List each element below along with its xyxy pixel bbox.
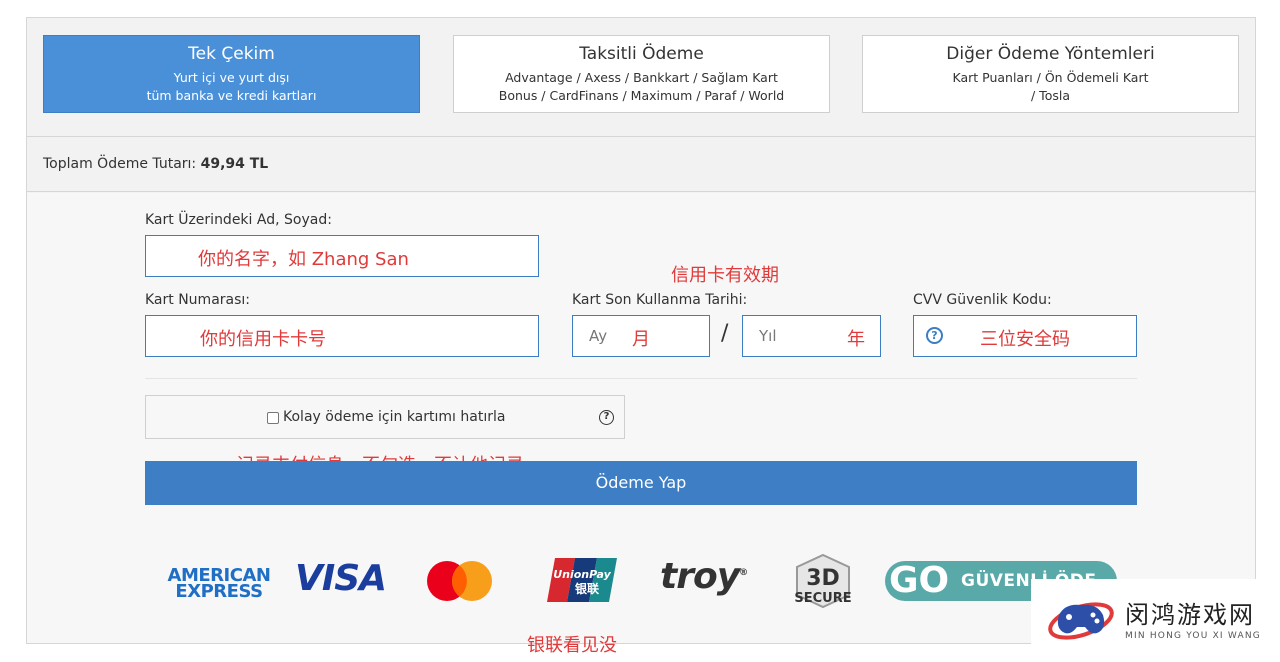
- secure-text: SECURE: [794, 591, 851, 606]
- tab-subtitle: Yurt içi ve yurt dışı tüm banka ve kredi…: [44, 69, 419, 105]
- cvv-input[interactable]: ? 三位安全码: [913, 315, 1137, 357]
- tab-single-payment[interactable]: Tek Çekim Yurt içi ve yurt dışı tüm bank…: [43, 35, 420, 113]
- unionpay-text: UnionPay: [553, 568, 611, 581]
- cvv-annotation: 三位安全码: [980, 329, 1070, 350]
- remember-card-box: Kolay ödeme için kartımı hatırla ?: [145, 395, 625, 439]
- cardholder-name-input[interactable]: 你的名字，如 Zhang San: [145, 235, 539, 277]
- form-divider: [145, 378, 1137, 379]
- site-watermark: 闵鸿游戏网 MIN HONG YOU XI WANG: [1031, 579, 1280, 662]
- total-amount: Toplam Ödeme Tutarı: 49,94 TL: [43, 156, 268, 172]
- tab-sub-line: tüm banka ve kredi kartları: [146, 88, 317, 103]
- cvv-help-icon[interactable]: ?: [926, 327, 943, 344]
- month-placeholder: Ay: [589, 327, 608, 345]
- visa-logo: VISA: [295, 558, 387, 599]
- unionpay-cn-text: 银联: [575, 581, 599, 596]
- tab-subtitle: Advantage / Axess / Bankkart / Sağlam Ka…: [454, 69, 829, 105]
- expiry-year-select[interactable]: Yıl 年: [742, 315, 881, 357]
- tab-installment-payment[interactable]: Taksitli Ödeme Advantage / Axess / Bankk…: [453, 35, 830, 113]
- tab-sub-line: / Tosla: [1031, 88, 1070, 103]
- unionpay-annotation: 银联看见没: [527, 635, 617, 656]
- go-text: GO: [889, 561, 950, 601]
- expiry-month-select[interactable]: Ay 月: [572, 315, 710, 357]
- cvv-label: CVV Güvenlik Kodu:: [913, 292, 1052, 308]
- card-number-annotation: 你的信用卡卡号: [200, 329, 326, 350]
- remember-card-checkbox[interactable]: [267, 412, 279, 424]
- total-amount-row: Toplam Ödeme Tutarı: 49,94 TL: [27, 137, 1255, 192]
- card-number-label: Kart Numarası:: [145, 292, 251, 308]
- name-annotation: 你的名字，如 Zhang San: [198, 249, 409, 270]
- tab-title: Diğer Ödeme Yöntemleri: [946, 44, 1155, 64]
- gamepad-icon: [1048, 602, 1114, 640]
- watermark-title: 闵鸿游戏网: [1125, 601, 1255, 629]
- expiry-separator: /: [721, 321, 729, 346]
- troy-logo: troy®: [660, 556, 748, 597]
- pay-button[interactable]: Ödeme Yap: [145, 461, 1137, 505]
- remember-help-icon[interactable]: ?: [599, 410, 614, 425]
- tab-other-payment-methods[interactable]: Diğer Ödeme Yöntemleri Kart Puanları / Ö…: [862, 35, 1239, 113]
- month-annotation: 月: [632, 329, 650, 350]
- tab-sub-line: Bonus / CardFinans / Maximum / Paraf / W…: [498, 88, 785, 103]
- tab-sub-line: Yurt içi ve yurt dışı: [173, 70, 290, 85]
- card-form: Kart Üzerindeki Ad, Soyad: 你的名字，如 Zhang …: [27, 193, 1255, 656]
- total-label: Toplam Ödeme Tutarı:: [43, 156, 197, 172]
- payment-panel: Tek Çekim Yurt içi ve yurt dışı tüm bank…: [26, 17, 1256, 656]
- tab-sub-line: Kart Puanları / Ön Ödemeli Kart: [952, 70, 1149, 85]
- tab-title: Taksitli Ödeme: [579, 44, 704, 64]
- payment-method-tabs: Tek Çekim Yurt içi ve yurt dışı tüm bank…: [27, 18, 1255, 137]
- mastercard-logo: [427, 561, 492, 601]
- expiry-label: Kart Son Kullanma Tarihi:: [572, 292, 748, 308]
- 3d-text: 3D: [806, 566, 840, 591]
- troy-text: troy: [660, 556, 740, 597]
- watermark-subtitle: MIN HONG YOU XI WANG: [1125, 631, 1261, 641]
- year-annotation: 年: [847, 329, 865, 350]
- unionpay-logo: UnionPay 银联: [547, 558, 617, 602]
- tab-sub-line: Advantage / Axess / Bankkart / Sağlam Ka…: [505, 70, 778, 85]
- 3d-secure-logo: 3D SECURE: [794, 553, 852, 609]
- name-label: Kart Üzerindeki Ad, Soyad:: [145, 212, 332, 228]
- tab-subtitle: Kart Puanları / Ön Ödemeli Kart / Tosla: [863, 69, 1238, 105]
- total-value: 49,94 TL: [200, 156, 269, 172]
- amex-line: EXPRESS: [175, 581, 263, 602]
- card-number-input[interactable]: 你的信用卡卡号: [145, 315, 539, 357]
- amex-logo: AMERICAN EXPRESS: [167, 567, 271, 602]
- year-placeholder: Yıl: [759, 327, 777, 345]
- expiry-annotation: 信用卡有效期: [671, 265, 779, 286]
- tab-title: Tek Çekim: [188, 44, 275, 64]
- remember-card-label[interactable]: Kolay ödeme için kartımı hatırla: [283, 409, 505, 425]
